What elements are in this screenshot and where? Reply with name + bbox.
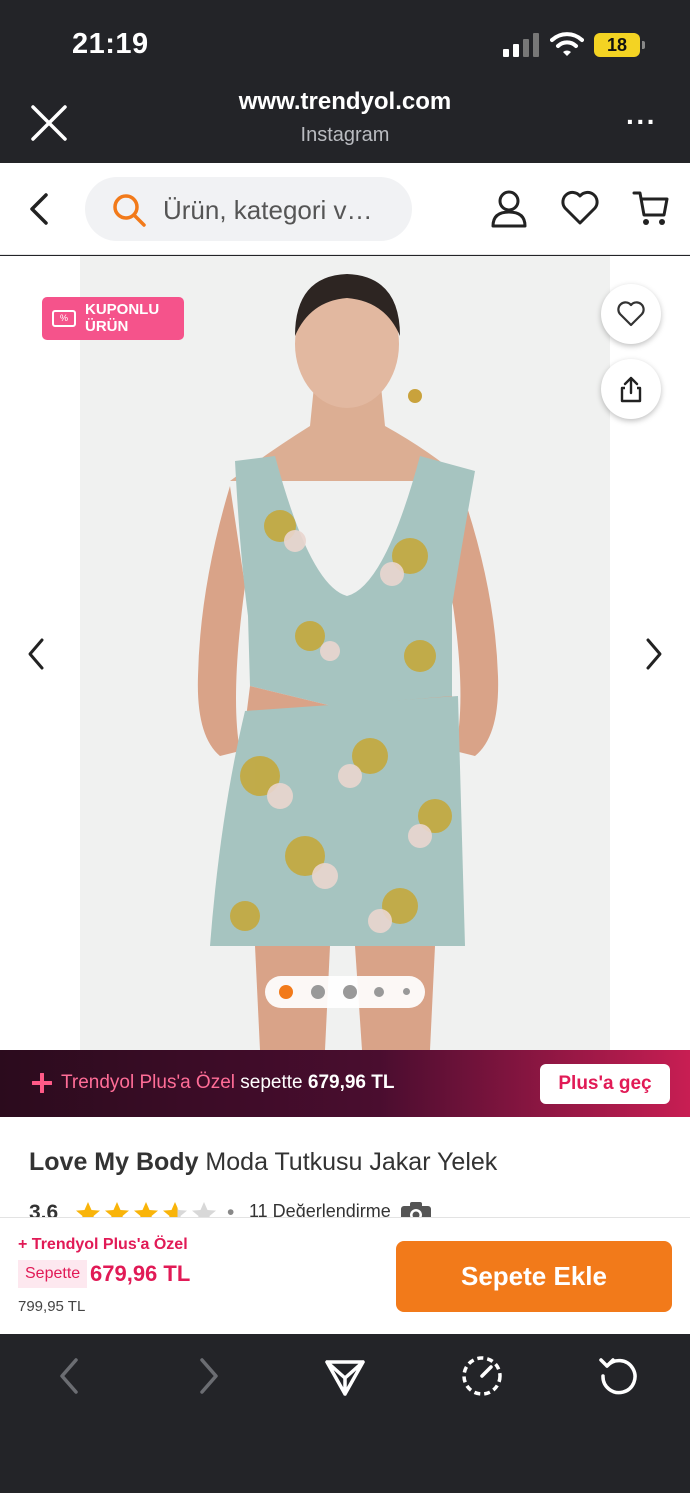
plus-banner-text: Trendyol Plus'a Özel sepette 679,96 TL [61, 1072, 395, 1094]
more-dots-icon[interactable]: ··· [626, 108, 657, 136]
share-send-icon[interactable] [323, 1354, 367, 1398]
coupon-icon: % [52, 310, 76, 327]
pagination-dot[interactable] [343, 985, 357, 999]
search-icon [113, 194, 146, 227]
back-icon[interactable] [22, 189, 56, 229]
status-bar: 21:19 18 [0, 0, 690, 82]
product-brand[interactable]: Love My Body [29, 1148, 198, 1176]
heart-icon [617, 301, 645, 327]
camera-icon [401, 1202, 431, 1218]
rating-separator: • [227, 1201, 235, 1218]
share-icon [620, 376, 642, 403]
buy-plus-text: Trendyol Plus'a Özel [31, 1236, 188, 1253]
star-icon [105, 1202, 129, 1218]
buy-plus-label: + Trendyol Plus'a Özel [18, 1236, 188, 1254]
status-time: 21:19 [72, 28, 149, 60]
page: 21:19 18 www.trendyol.com Instagram ··· [0, 0, 690, 1493]
rating-value: 3.6 [29, 1201, 59, 1218]
app-header: Ürün, kategori v… [0, 163, 690, 255]
plus-banner-label: Trendyol Plus'a Özel [61, 1072, 235, 1093]
refresh-icon[interactable] [597, 1354, 641, 1398]
product-title: Love My Body Moda Tutkusu Jakar Yelek [29, 1148, 497, 1177]
discount-price: 679,96 TL [90, 1261, 191, 1286]
cart-icon[interactable] [632, 188, 670, 228]
pagination-dot[interactable] [279, 985, 293, 999]
previous-image-button[interactable] [24, 636, 48, 672]
browser-source: Instagram [300, 124, 390, 146]
product-info: Love My Body Moda Tutkusu Jakar Yelek 3.… [0, 1117, 690, 1218]
favorite-button[interactable] [601, 284, 661, 344]
share-button[interactable] [601, 359, 661, 419]
in-app-browser-bar: www.trendyol.com Instagram ··· [0, 82, 690, 163]
product-image[interactable] [80, 256, 610, 1050]
pagination-dot[interactable] [311, 985, 325, 999]
forward-arrow-icon[interactable] [186, 1354, 230, 1398]
wifi-icon [550, 32, 584, 56]
search-placeholder: Ürün, kategori v… [163, 195, 373, 225]
pagination-dot[interactable] [374, 987, 384, 997]
sepette-tag: Sepette [18, 1260, 88, 1288]
speedometer-icon[interactable] [460, 1354, 504, 1398]
star-icon [163, 1202, 187, 1218]
pagination-dot[interactable] [403, 988, 410, 995]
review-count[interactable]: 11 Değerlendirme [249, 1201, 391, 1218]
image-pagination-dots[interactable] [265, 976, 425, 1008]
purchase-bar: + Trendyol Plus'a Özel Sepette 679,96 TL… [0, 1217, 690, 1334]
model-illustration [80, 256, 610, 1050]
product-name: Moda Tutkusu Jakar Yelek [198, 1148, 498, 1176]
star-icon [76, 1202, 100, 1218]
browser-url[interactable]: www.trendyol.com [0, 88, 690, 116]
original-price: 799,95 TL [18, 1298, 86, 1315]
star-icon [134, 1202, 158, 1218]
plus-banner-price: 679,96 TL [307, 1072, 395, 1093]
battery-indicator: 18 [594, 33, 645, 57]
heart-icon[interactable] [560, 189, 600, 227]
coupon-badge-text: KUPONLU ÜRÜN [85, 301, 160, 335]
plus-banner-middle: sepette [235, 1072, 308, 1093]
star-icon [192, 1202, 216, 1218]
search-input[interactable]: Ürün, kategori v… [85, 177, 412, 241]
rating-stars [76, 1202, 216, 1218]
product-gallery[interactable]: % KUPONLU ÜRÜN [0, 256, 690, 1050]
plus-icon [32, 1073, 52, 1093]
plus-join-button[interactable]: Plus'a geç [540, 1064, 670, 1104]
plus-icon: + [18, 1236, 32, 1253]
browser-toolbar [0, 1334, 690, 1493]
signal-icon [503, 33, 541, 57]
coupon-badge: % KUPONLU ÜRÜN [42, 297, 184, 340]
back-arrow-icon[interactable] [48, 1354, 92, 1398]
user-icon[interactable] [490, 189, 528, 229]
add-to-cart-button[interactable]: Sepete Ekle [396, 1241, 672, 1312]
next-image-button[interactable] [642, 636, 666, 672]
plus-banner: Trendyol Plus'a Özel sepette 679,96 TL P… [0, 1050, 690, 1117]
